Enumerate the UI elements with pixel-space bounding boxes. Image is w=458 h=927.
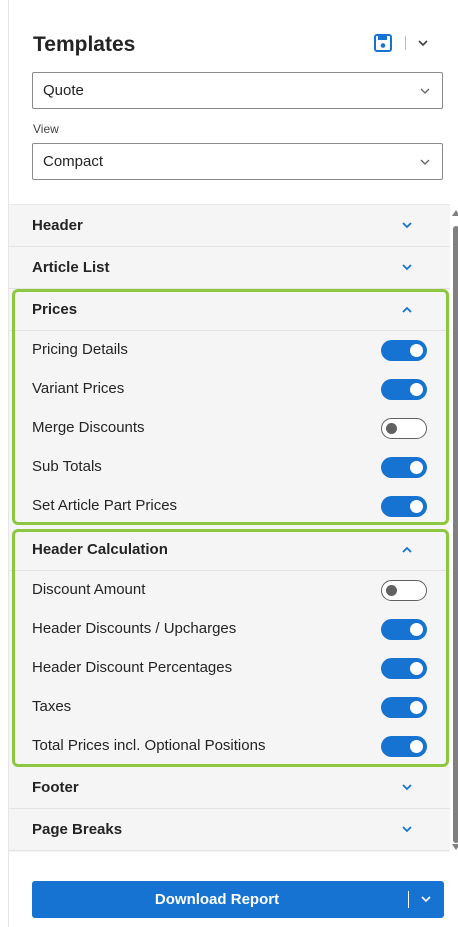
button-separator [408,891,409,908]
list-item: Taxes [9,688,450,727]
list-item: Set Article Part Prices [9,487,450,526]
toggle-knob [410,383,423,396]
download-report-label: Download Report [154,891,280,908]
header-discount-percentages-toggle[interactable] [381,658,427,679]
total-prices-optional-toggle[interactable] [381,736,427,757]
section-header[interactable]: Header [9,205,450,247]
list-item: Sub Totals [9,448,450,487]
setting-label: Pricing Details [32,341,128,358]
templates-area: Templates Quote View Compact [9,0,458,204]
setting-label: Sub Totals [32,458,102,475]
template-select-value: Quote [43,82,84,99]
scrollbar-thumb[interactable] [453,226,458,843]
toggle-knob [386,423,397,434]
view-select-value: Compact [43,153,104,170]
view-label: View [33,122,59,136]
section-header-calculation[interactable]: Header Calculation [9,529,450,571]
set-article-part-prices-toggle[interactable] [381,496,427,517]
discount-amount-toggle[interactable] [381,580,427,601]
section-footer[interactable]: Footer [9,767,450,809]
list-item: Variant Prices [9,370,450,409]
setting-label: Header Discounts / Upcharges [32,620,237,637]
setting-label: Total Prices incl. Optional Positions [32,737,266,754]
sub-totals-toggle[interactable] [381,457,427,478]
chevron-up-icon [402,306,412,313]
list-item: Total Prices incl. Optional Positions [9,727,450,766]
save-icon[interactable] [374,34,392,52]
toggle-knob [410,344,423,357]
template-select[interactable]: Quote [32,72,443,109]
view-select[interactable]: Compact [32,143,443,180]
section-footer-label: Footer [32,779,79,796]
list-item: Header Discount Percentages [9,649,450,688]
chevron-up-icon [402,546,412,553]
setting-label: Merge Discounts [32,419,145,436]
section-header-calculation-label: Header Calculation [32,541,168,558]
report-settings-panel: Templates Quote View Compact Header Arti… [8,0,458,927]
chevron-down-icon[interactable] [417,38,429,48]
chevron-down-icon [420,159,430,165]
scroll-up-arrow-icon[interactable] [452,210,458,216]
scroll-down-arrow-icon[interactable] [452,844,458,850]
toggle-knob [410,461,423,474]
chevron-down-icon [420,88,430,94]
variant-prices-toggle[interactable] [381,379,427,400]
title-separator [405,36,406,50]
header-discounts-upcharges-toggle[interactable] [381,619,427,640]
toggle-knob [410,701,423,714]
toggle-knob [410,623,423,636]
list-item: Discount Amount [9,571,450,610]
setting-label: Set Article Part Prices [32,497,178,514]
list-item: Merge Discounts [9,409,450,448]
chevron-down-icon [402,264,412,271]
toggle-knob [386,585,397,596]
section-header-label: Header [32,217,83,234]
toggle-knob [410,740,423,753]
chevron-down-icon [402,784,412,791]
toggle-knob [410,500,423,513]
pricing-details-toggle[interactable] [381,340,427,361]
setting-label: Taxes [32,698,72,715]
section-page-breaks[interactable]: Page Breaks [9,809,450,851]
section-article-list-label: Article List [32,259,110,276]
setting-label: Discount Amount [32,581,146,598]
chevron-down-icon [402,826,412,833]
list-item: Pricing Details [9,331,450,370]
chevron-down-icon[interactable] [421,896,431,903]
list-item: Header Discounts / Upcharges [9,610,450,649]
section-prices[interactable]: Prices [9,289,450,331]
chevron-down-icon [402,222,412,229]
taxes-toggle[interactable] [381,697,427,718]
download-report-button[interactable]: Download Report [32,881,444,918]
section-article-list[interactable]: Article List [9,247,450,289]
footer-actions: Download Report [9,852,458,927]
setting-label: Variant Prices [32,380,125,397]
setting-label: Header Discount Percentages [32,659,233,676]
section-page-breaks-label: Page Breaks [32,821,123,838]
panel-title: Templates [33,33,136,56]
scrollbar[interactable] [452,210,458,850]
sections-list: Header Article List Prices Pricing Detai… [9,204,450,852]
toggle-knob [410,662,423,675]
section-prices-label: Prices [32,301,78,318]
merge-discounts-toggle[interactable] [381,418,427,439]
